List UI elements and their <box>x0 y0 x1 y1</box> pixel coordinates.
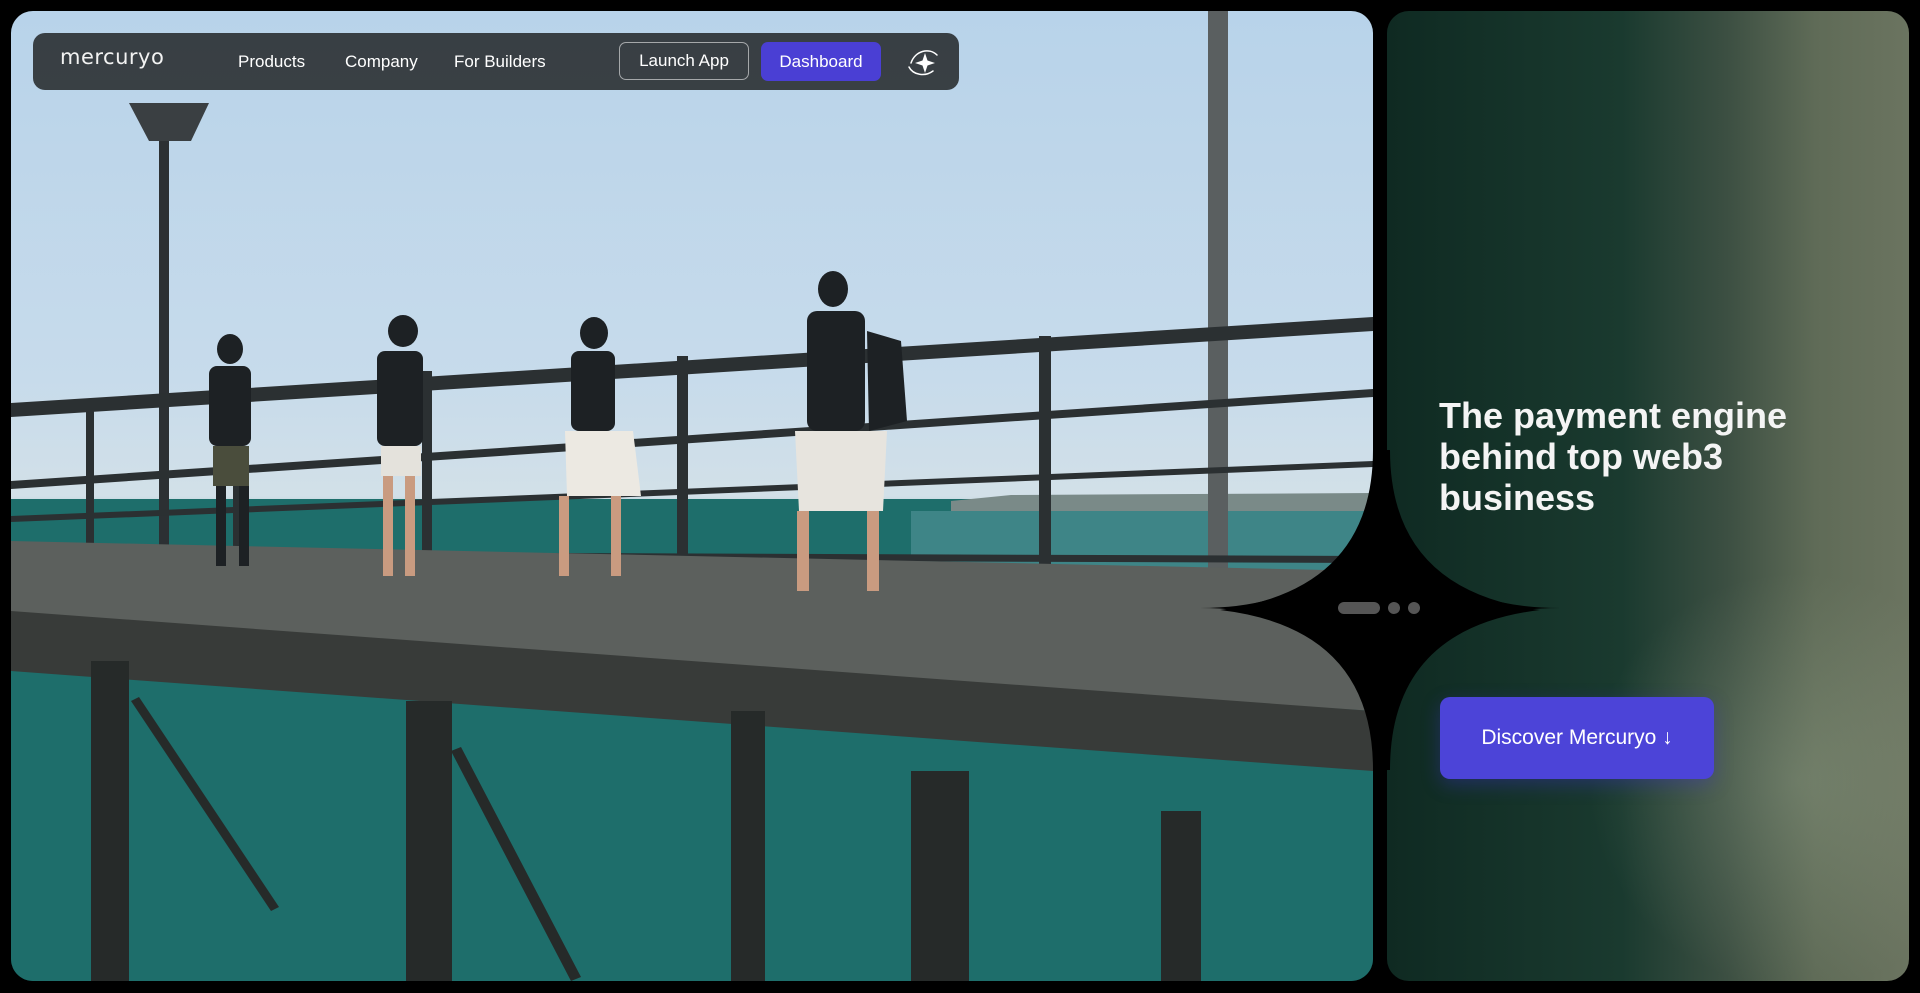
dashboard-button[interactable]: Dashboard <box>761 42 881 81</box>
slide-indicator-active[interactable] <box>1338 602 1380 614</box>
mercuryo-logo[interactable]: mercuryo <box>60 45 164 69</box>
top-navigation: mercuryo Products Company For Builders L… <box>33 33 959 90</box>
slide-indicators <box>1338 602 1420 614</box>
slide-indicator[interactable] <box>1408 602 1420 614</box>
nav-for-builders[interactable]: For Builders <box>454 52 546 72</box>
pier-scene-illustration <box>11 11 1373 981</box>
hero-image <box>11 11 1373 981</box>
nav-company[interactable]: Company <box>345 52 418 72</box>
slide-indicator[interactable] <box>1388 602 1400 614</box>
sparkle-icon[interactable] <box>905 45 941 79</box>
launch-app-button[interactable]: Launch App <box>619 42 749 80</box>
nav-products[interactable]: Products <box>238 52 305 72</box>
